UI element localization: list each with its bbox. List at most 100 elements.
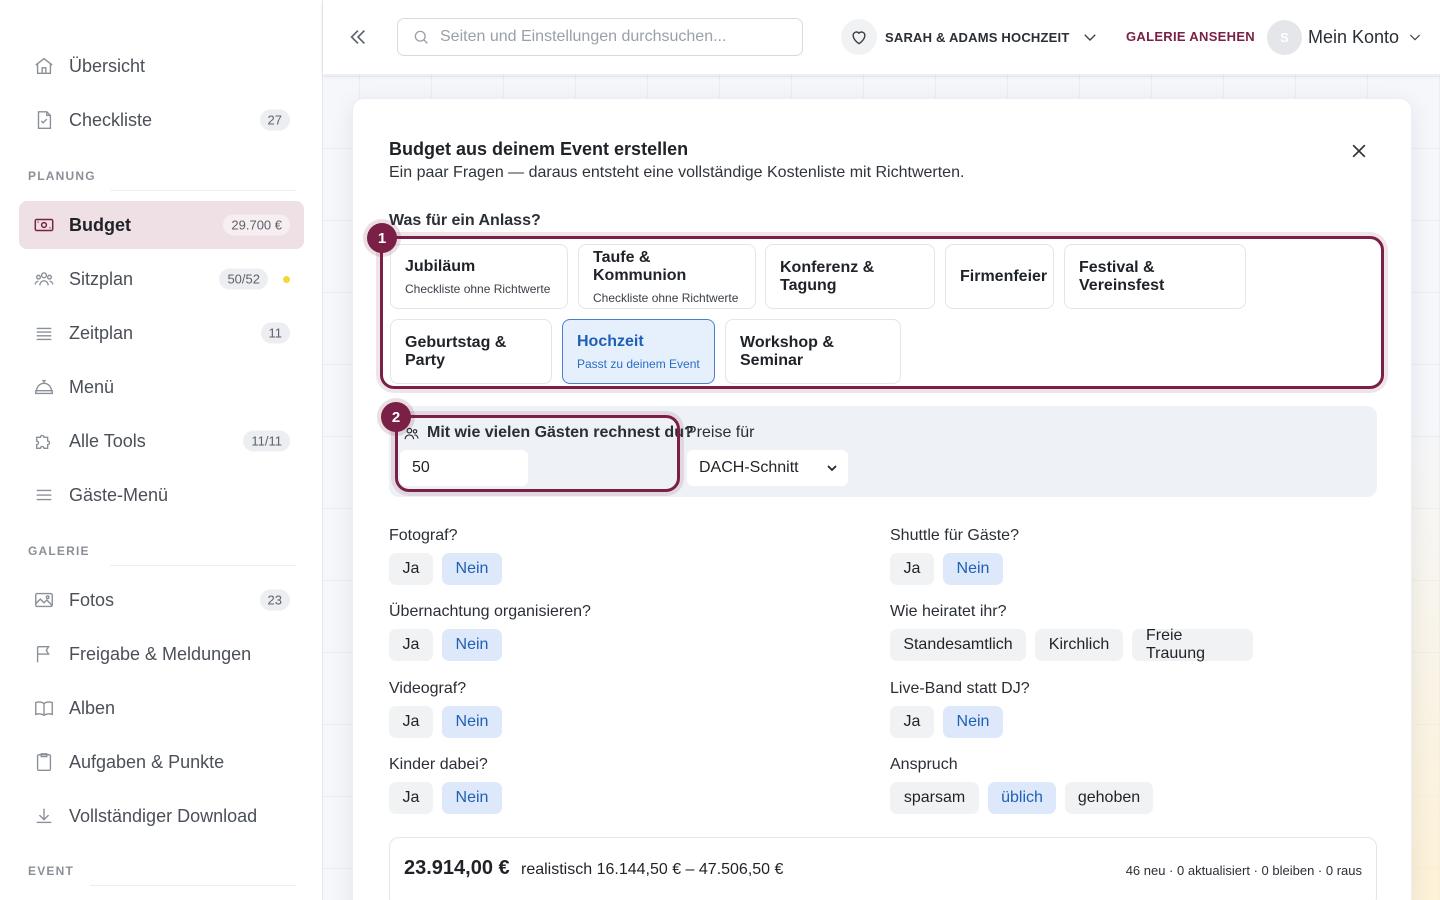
search-box[interactable]	[397, 18, 803, 56]
kinder-ja-button[interactable]: Ja	[389, 782, 433, 814]
sidebar-item-label: Aufgaben & Punkte	[69, 751, 225, 772]
anspruch-gehoben-button[interactable]: gehoben	[1065, 782, 1153, 814]
sidebar-item-gaeste-menue[interactable]: Gäste-Menü	[19, 471, 304, 519]
cloche-icon	[33, 376, 55, 398]
sidebar-item-label: Checkliste	[69, 109, 153, 130]
occasion-option-taufe[interactable]: Taufe & Kommunion Checkliste ohne Richtw…	[578, 244, 756, 309]
sidebar-item-alben[interactable]: Alben	[19, 684, 304, 732]
event-selector[interactable]: SARAH & ADAMS HOCHZEIT	[841, 19, 1099, 55]
sidebar-item-download[interactable]: Vollständiger Download	[19, 792, 304, 840]
heirat-kirchlich-button[interactable]: Kirchlich	[1035, 629, 1123, 661]
sidebar-item-label: Menü	[69, 376, 115, 397]
occasion-option-jubilaeum[interactable]: Jubiläum Checkliste ohne Richtwerte	[390, 244, 568, 309]
top-header: SARAH & ADAMS HOCHZEIT GALERIE ANSEHEN S…	[323, 0, 1440, 74]
heirat-freie-trauung-button[interactable]: Freie Trauung	[1132, 627, 1253, 662]
liveband-nein-button[interactable]: Nein	[943, 706, 1003, 738]
count-badge: 50/52	[219, 268, 268, 290]
question-heirat: Wie heiratet ihr?	[890, 603, 1007, 620]
chevron-down-icon	[1081, 28, 1099, 46]
close-button[interactable]	[1347, 139, 1371, 163]
home-icon	[33, 55, 55, 77]
heirat-standesamtlich-button[interactable]: Standesamtlich	[890, 629, 1026, 661]
download-icon	[33, 805, 55, 827]
list-icon	[33, 322, 55, 344]
search-input[interactable]	[440, 28, 780, 46]
shuttle-ja-button[interactable]: Ja	[890, 553, 934, 585]
occasion-option-festival[interactable]: Festival & Vereinsfest	[1064, 244, 1246, 309]
liveband-ja-button[interactable]: Ja	[890, 706, 934, 738]
modal-title: Budget aus deinem Event erstellen	[389, 139, 689, 159]
sidebar-item-label: Zeitplan	[69, 322, 134, 343]
status-dot	[283, 276, 290, 283]
account-menu[interactable]: S Mein Konto	[1267, 19, 1423, 55]
sidebar-item-alle-tools[interactable]: Alle Tools 11/11	[19, 417, 304, 465]
divider	[110, 565, 296, 566]
guest-count-input[interactable]	[400, 450, 528, 486]
double-chevron-left-icon	[350, 29, 366, 45]
fotograf-ja-button[interactable]: Ja	[389, 553, 433, 585]
count-badge: 11/11	[243, 430, 290, 452]
sidebar-item-checkliste[interactable]: Checkliste 27	[19, 96, 304, 144]
section-label-planung: PLANUNG	[28, 169, 96, 183]
occasion-option-konferenz[interactable]: Konferenz & Tagung	[765, 244, 935, 309]
sidebar-item-menue[interactable]: Menü	[19, 363, 304, 411]
uebernachtung-nein-button[interactable]: Nein	[442, 629, 502, 661]
step-badge-2: 2	[381, 402, 411, 432]
question-videograf: Videograf?	[389, 680, 467, 697]
videograf-ja-button[interactable]: Ja	[389, 706, 433, 738]
sidebar-item-fotos[interactable]: Fotos 23	[19, 576, 304, 624]
question-kinder: Kinder dabei?	[389, 756, 488, 773]
sidebar-item-uebersicht[interactable]: Übersicht	[19, 42, 304, 90]
occasion-option-workshop[interactable]: Workshop & Seminar	[725, 319, 901, 384]
image-icon	[33, 589, 55, 611]
sidebar-item-sitzplan[interactable]: Sitzplan 50/52	[19, 255, 304, 303]
menu-icon	[33, 484, 55, 506]
view-gallery-link[interactable]: GALERIE ANSEHEN	[1126, 29, 1255, 44]
modal-subtitle: Ein paar Fragen — daraus entsteht eine v…	[389, 164, 965, 181]
divider	[110, 190, 296, 191]
close-icon	[1352, 144, 1366, 158]
budget-result-bar: 23.914,00 € realistisch 16.144,50 € – 47…	[389, 837, 1377, 900]
shuttle-nein-button[interactable]: Nein	[943, 553, 1003, 585]
videograf-nein-button[interactable]: Nein	[442, 706, 502, 738]
flag-icon	[33, 643, 55, 665]
checklist-icon	[33, 109, 55, 131]
occasion-option-geburtstag[interactable]: Geburtstag & Party	[390, 319, 552, 384]
sidebar-item-budget[interactable]: Budget 29.700 €	[19, 201, 304, 249]
section-label-event: EVENT	[28, 864, 75, 878]
account-label: Mein Konto	[1308, 26, 1400, 47]
anspruch-sparsam-button[interactable]: sparsam	[890, 782, 979, 814]
budget-realistic-range: realistisch 16.144,50 € – 47.506,50 €	[521, 861, 784, 878]
money-icon	[33, 214, 55, 236]
sidebar-item-zeitplan[interactable]: Zeitplan 11	[19, 309, 304, 357]
count-badge: 11	[260, 322, 290, 344]
step-badge-1: 1	[367, 223, 397, 253]
count-badge: 27	[259, 109, 290, 131]
puzzle-icon	[33, 430, 55, 452]
sidebar-item-label: Sitzplan	[69, 268, 134, 289]
sidebar-item-label: Gäste-Menü	[69, 484, 169, 505]
occasion-question: Was für ein Anlass?	[389, 212, 541, 229]
search-icon	[414, 30, 428, 44]
question-shuttle: Shuttle für Gäste?	[890, 527, 1019, 544]
occasion-option-firmenfeier[interactable]: Firmenfeier	[945, 244, 1054, 309]
people-icon	[33, 268, 55, 290]
budget-wizard-modal: Budget aus deinem Event erstellen Ein pa…	[352, 98, 1412, 900]
anspruch-ueblich-button[interactable]: üblich	[988, 782, 1056, 814]
section-label-galerie: GALERIE	[28, 544, 90, 558]
avatar: S	[1267, 19, 1302, 55]
sidebar-item-aufgaben[interactable]: Aufgaben & Punkte	[19, 738, 304, 786]
question-liveband: Live-Band statt DJ?	[890, 680, 1030, 697]
price-region-select[interactable]: DACH-Schnitt	[687, 450, 848, 486]
book-icon	[33, 697, 55, 719]
fotograf-nein-button[interactable]: Nein	[442, 553, 502, 585]
budget-total: 23.914,00 €	[404, 857, 510, 879]
sidebar-item-freigabe[interactable]: Freigabe & Meldungen	[19, 630, 304, 678]
kinder-nein-button[interactable]: Nein	[442, 782, 502, 814]
occasion-option-hochzeit[interactable]: Hochzeit Passt zu deinem Event	[562, 319, 715, 384]
uebernachtung-ja-button[interactable]: Ja	[389, 629, 433, 661]
collapse-sidebar-button[interactable]	[343, 22, 373, 52]
sidebar-item-label: Vollständiger Download	[69, 805, 258, 826]
sidebar-item-label: Alben	[69, 697, 116, 718]
price-label: Preise für	[686, 424, 755, 441]
